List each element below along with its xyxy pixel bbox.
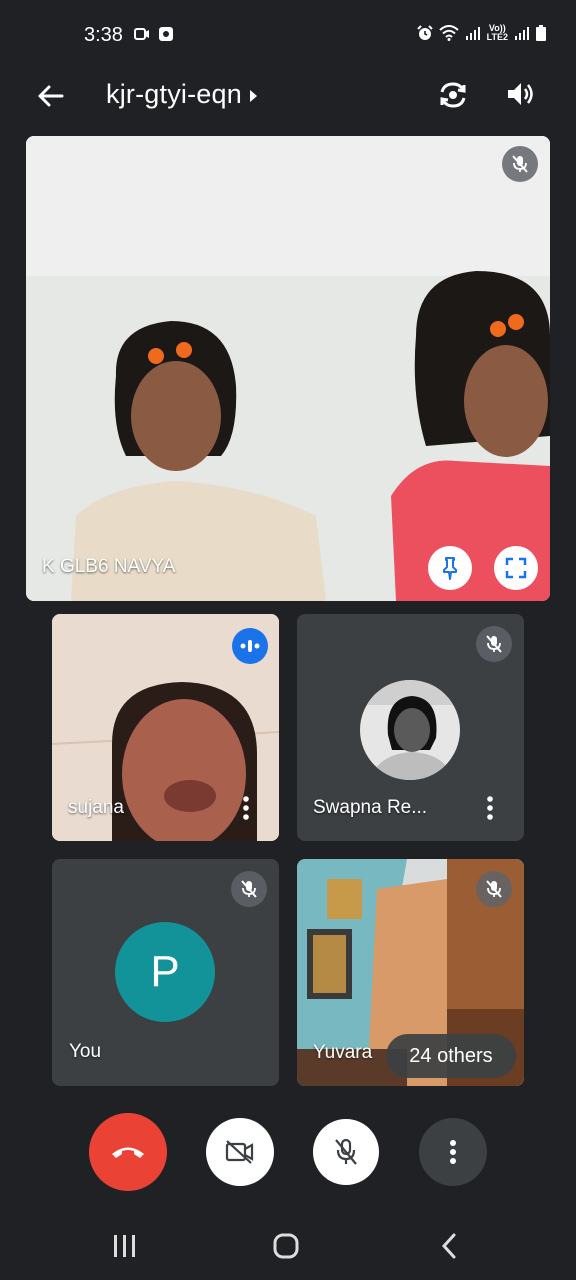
others-count-chip[interactable]: 24 others [386,1034,516,1078]
meeting-code: kjr-gtyi-eqn [106,79,242,109]
recent-apps-icon[interactable] [112,1234,138,1258]
participant-tile-swapna[interactable]: Swapna Re... [297,614,524,841]
wifi-icon [438,25,459,41]
top-bar: kjr-gtyi-eqn [0,70,576,120]
you-mic-off-icon [231,871,267,907]
more-options-button[interactable] [419,1118,487,1186]
tile-name-you: You [69,1041,102,1062]
notification-icon [159,27,173,41]
mic-off-icon [335,1138,357,1165]
main-video-feed [26,136,550,601]
pin-icon [443,557,457,580]
camera-toggle-button[interactable] [206,1118,274,1186]
network-label-bottom: LTE2 [486,32,508,42]
swapna-mic-off-icon [476,626,512,662]
screen-record-icon [134,28,149,40]
status-time: 3:38 [84,24,123,46]
more-vert-icon [450,1140,456,1164]
signal-icon-1 [465,27,480,40]
end-call-button[interactable] [89,1113,167,1191]
fullscreen-button[interactable] [494,546,538,590]
status-right-icons: Vo)) LTE2 [416,24,546,42]
status-left-icons [134,26,174,42]
nav-back-icon[interactable] [440,1233,458,1259]
battery-icon [536,25,546,41]
network-type-label: Vo)) LTE2 [487,24,508,42]
status-bar: 3:38 Vo)) LTE2 [0,0,576,70]
main-video-tile[interactable]: K GLB6 NAVYA [26,136,550,601]
back-arrow-icon[interactable] [34,80,66,112]
participant-tile-you[interactable]: P You [52,859,279,1086]
signal-icon-2 [515,27,529,40]
more-options-icon[interactable] [238,795,254,821]
tile-name-sujana: sujana [68,797,124,818]
participant-tile-sujana[interactable]: sujana [52,614,279,841]
main-participant-name: K GLB6 NAVYA [42,556,176,577]
mic-toggle-button[interactable] [313,1119,379,1185]
pin-button[interactable] [428,546,472,590]
you-avatar: P [115,922,215,1022]
main-mic-off-icon [502,146,538,182]
home-icon[interactable] [272,1232,300,1260]
meeting-code-button[interactable]: kjr-gtyi-eqn [106,79,257,110]
speaking-indicator-icon [232,628,268,664]
call-end-icon [112,1147,144,1158]
system-nav-bar [0,1210,576,1280]
camera-off-icon [225,1140,254,1164]
avatar-letter: P [150,947,180,996]
tile-name-yuvara: Yuvara [313,1042,373,1063]
caret-right-icon [249,89,257,102]
more-options-icon[interactable] [482,795,498,821]
tile-name-swapna: Swapna Re... [313,797,428,818]
yuvara-mic-off-icon [476,871,512,907]
switch-camera-icon[interactable] [436,78,470,112]
swapna-avatar [360,680,460,780]
speaker-icon[interactable] [504,78,536,110]
fullscreen-icon [505,557,527,579]
alarm-icon [416,25,433,40]
